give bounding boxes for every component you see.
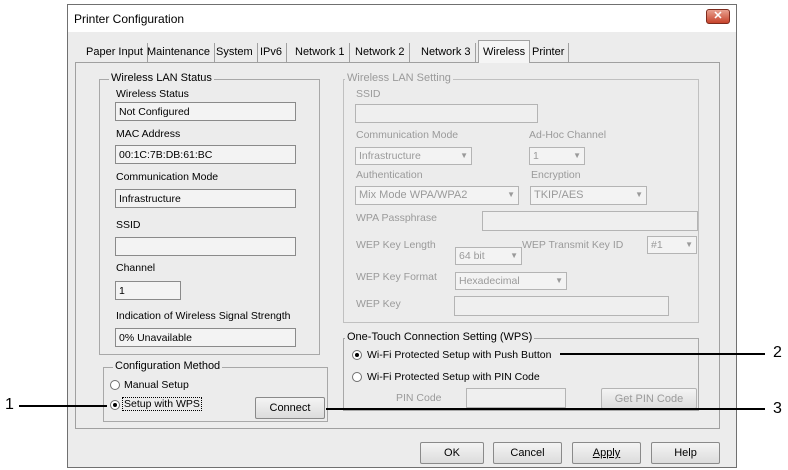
chevron-down-icon: ▼ <box>507 190 515 199</box>
pin-code-label: PIN Code <box>396 392 442 404</box>
adhoc-channel-label: Ad-Hoc Channel <box>529 129 607 141</box>
chevron-down-icon: ▼ <box>573 151 581 160</box>
wireless-setting-group-title: Wireless LAN Setting <box>345 72 453 84</box>
config-method-group-title: Configuration Method <box>113 360 223 372</box>
comm-mode-field: Infrastructure <box>115 189 296 208</box>
ssid-status-field <box>115 237 296 256</box>
callout-line-2 <box>560 353 765 355</box>
wep-key-format-select[interactable]: Hexadecimal ▼ <box>455 272 567 290</box>
wep-key-length-select[interactable]: 64 bit ▼ <box>455 247 522 265</box>
adhoc-channel-select[interactable]: 1 ▼ <box>529 147 585 165</box>
authentication-select[interactable]: Mix Mode WPA/WPA2 ▼ <box>355 186 519 205</box>
wireless-status-field: Not Configured <box>115 102 296 121</box>
callout-number-2: 2 <box>773 344 782 361</box>
pin-code-field <box>466 388 566 408</box>
comm-mode-label: Communication Mode <box>116 171 219 183</box>
wps-push-button-label[interactable]: Wi-Fi Protected Setup with Push Button <box>367 349 551 361</box>
tab-wireless[interactable]: Wireless <box>478 40 531 63</box>
authentication-select-value: Mix Mode WPA/WPA2 <box>359 189 468 201</box>
wps-push-button-radio[interactable] <box>352 350 362 360</box>
encryption-label: Encryption <box>531 169 581 181</box>
wep-key-format-select-value: Hexadecimal <box>459 275 520 287</box>
wpa-passphrase-input[interactable] <box>482 211 698 231</box>
callout-number-3: 3 <box>773 400 782 417</box>
chevron-down-icon: ▼ <box>685 240 693 249</box>
wps-pin-code-label[interactable]: Wi-Fi Protected Setup with PIN Code <box>367 371 540 383</box>
authentication-label: Authentication <box>356 169 423 181</box>
wps-group-title: One-Touch Connection Setting (WPS) <box>345 331 535 343</box>
ssid-setting-label: SSID <box>356 88 381 100</box>
ok-button[interactable]: OK <box>420 442 484 464</box>
callout-number-1: 1 <box>5 396 14 413</box>
mac-address-label: MAC Address <box>116 128 181 140</box>
tab-printer[interactable]: Printer <box>528 43 570 62</box>
wep-transmit-key-label: WEP Transmit Key ID <box>522 239 624 251</box>
tab-network-1[interactable]: Network 1 <box>291 43 350 62</box>
setup-with-wps-radio[interactable] <box>110 400 120 410</box>
wep-key-label: WEP Key <box>356 298 401 310</box>
connect-button[interactable]: Connect <box>255 397 325 419</box>
channel-label: Channel <box>116 262 156 274</box>
adhoc-channel-select-value: 1 <box>533 150 539 162</box>
wep-key-format-label: WEP Key Format <box>356 271 437 283</box>
tab-maintenance[interactable]: Maintenance <box>143 43 215 62</box>
wep-transmit-key-select-value: #1 <box>651 239 663 251</box>
wireless-status-label: Wireless Status <box>116 88 189 100</box>
chevron-down-icon: ▼ <box>555 276 563 285</box>
signal-strength-label: Indication of Wireless Signal Strength <box>116 310 291 322</box>
close-button[interactable]: ✕ <box>706 9 730 24</box>
wep-key-length-select-value: 64 bit <box>459 250 485 262</box>
cancel-button[interactable]: Cancel <box>493 442 562 464</box>
comm-mode-select-value: Infrastructure <box>359 150 421 162</box>
wps-pin-code-radio[interactable] <box>352 372 362 382</box>
help-button[interactable]: Help <box>651 442 720 464</box>
wep-key-length-label: WEP Key Length <box>356 239 436 251</box>
window-title: Printer Configuration <box>74 12 185 26</box>
channel-field: 1 <box>115 281 181 300</box>
chevron-down-icon: ▼ <box>460 151 468 160</box>
ssid-setting-input[interactable] <box>355 104 538 123</box>
comm-mode-select[interactable]: Infrastructure ▼ <box>355 147 472 165</box>
wep-key-input[interactable] <box>454 296 669 316</box>
setup-with-wps-label[interactable]: Setup with WPS <box>122 397 202 411</box>
manual-setup-radio[interactable] <box>110 380 120 390</box>
apply-button[interactable]: Apply <box>572 442 641 464</box>
tab-system[interactable]: System <box>212 43 258 62</box>
ssid-status-label: SSID <box>116 219 141 231</box>
wpa-passphrase-label: WPA Passphrase <box>356 212 437 224</box>
tab-network-2[interactable]: Network 2 <box>351 43 410 62</box>
chevron-down-icon: ▼ <box>635 190 643 199</box>
comm-mode-setting-label: Communication Mode <box>356 129 459 141</box>
wep-transmit-key-select[interactable]: #1 ▼ <box>647 236 697 254</box>
tab-paper-input[interactable]: Paper Input <box>82 43 148 62</box>
manual-setup-label[interactable]: Manual Setup <box>124 379 189 391</box>
encryption-select[interactable]: TKIP/AES ▼ <box>530 186 647 205</box>
tab-ipv6[interactable]: IPv6 <box>256 43 288 62</box>
chevron-down-icon: ▼ <box>510 251 518 260</box>
callout-line-3 <box>326 408 765 410</box>
get-pin-code-button[interactable]: Get PIN Code <box>601 388 697 409</box>
close-icon: ✕ <box>713 10 723 22</box>
encryption-select-value: TKIP/AES <box>534 189 584 201</box>
wireless-status-group-title: Wireless LAN Status <box>109 72 214 84</box>
mac-address-field: 00:1C:7B:DB:61:BC <box>115 145 296 164</box>
tab-network-3[interactable]: Network 3 <box>417 43 476 62</box>
signal-strength-field: 0% Unavailable <box>115 328 296 347</box>
callout-line-1 <box>19 405 107 407</box>
